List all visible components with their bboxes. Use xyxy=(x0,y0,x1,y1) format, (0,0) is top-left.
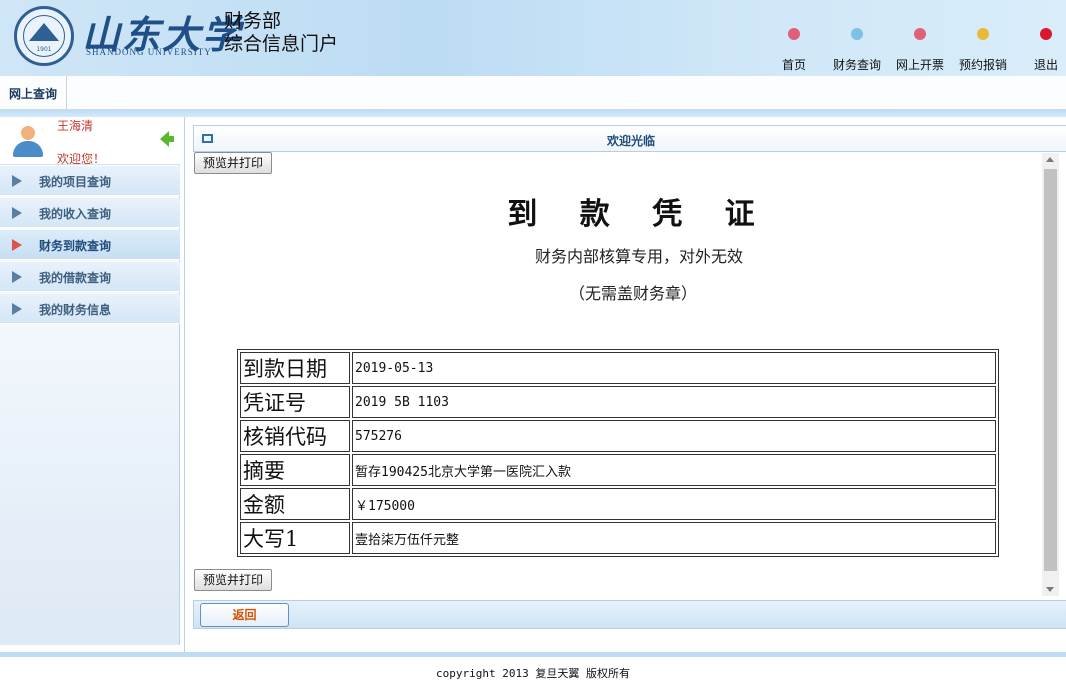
nav-reimbursement-label: 预约报销 xyxy=(958,58,1007,72)
table-row: 金额 ￥175000 xyxy=(240,488,996,520)
top-tab-bar: 网上查询 xyxy=(0,76,1066,110)
dot-icon xyxy=(914,28,926,40)
arrow-right-icon xyxy=(12,239,22,251)
arrow-right-icon xyxy=(12,271,22,283)
sidebar-item-label: 我的财务信息 xyxy=(39,303,112,317)
row-value: 2019-05-13 xyxy=(352,352,996,384)
back-arrow-icon[interactable] xyxy=(160,131,174,147)
row-label: 大写1 xyxy=(240,522,350,554)
sidebar-item-label: 我的收入查询 xyxy=(39,207,112,221)
copyright-text: copyright 2013 复旦天翼 版权所有 xyxy=(436,667,630,680)
voucher-subtitle: 财务内部核算专用，对外无效 xyxy=(534,247,743,266)
row-label: 摘要 xyxy=(240,454,350,486)
sidebar-item-label: 我的项目查询 xyxy=(39,175,112,189)
preview-print-button-top[interactable]: 预览并打印 xyxy=(194,152,273,174)
row-value: 暂存190425北京大学第一医院汇入款 xyxy=(352,454,996,486)
panel-title: 欢迎光临 xyxy=(606,134,655,148)
preview-print-button-bottom[interactable]: 预览并打印 xyxy=(194,569,273,591)
username: 王海清 xyxy=(57,119,94,133)
row-value: 2019 5B 1103 xyxy=(352,386,996,418)
university-seal-logo: 1901 xyxy=(14,6,74,66)
main-panel: 欢迎光临 预览并打印 到 款 凭 证 财务内部核算专用，对外无效 （无需盖财务章… xyxy=(184,117,1066,652)
scroll-down-icon[interactable] xyxy=(1046,587,1054,592)
row-label: 金额 xyxy=(240,488,350,520)
arrow-right-icon xyxy=(12,175,22,187)
scroll-up-icon[interactable] xyxy=(1046,157,1054,162)
row-value: ￥175000 xyxy=(352,488,996,520)
table-row: 核销代码 575276 xyxy=(240,420,996,452)
sidebar-item-my-income[interactable]: 我的收入查询 xyxy=(0,198,180,228)
footer: copyright 2013 复旦天翼 版权所有 xyxy=(0,652,1066,683)
portal-title: 财务部 综合信息门户 xyxy=(224,10,338,56)
table-row: 大写1 壹拾柒万伍仟元整 xyxy=(240,522,996,554)
table-row: 到款日期 2019-05-13 xyxy=(240,352,996,384)
nav-home[interactable]: 首页 xyxy=(764,28,824,73)
panel-header: 欢迎光临 xyxy=(193,125,1066,152)
divider-strip xyxy=(0,110,1066,117)
dot-icon xyxy=(977,28,989,40)
nav-reimbursement[interactable]: 预约报销 xyxy=(953,28,1013,73)
tab-online-query[interactable]: 网上查询 xyxy=(0,76,68,109)
sidebar-item-my-loans[interactable]: 我的借款查询 xyxy=(0,262,180,292)
header-banner: 1901 山东大学 SHANDONG UNIVERSITY 财务部 综合信息门户… xyxy=(0,0,1066,76)
dot-icon xyxy=(788,28,800,40)
seal-year: 1901 xyxy=(36,46,52,53)
portal-title-line1: 财务部 xyxy=(224,10,282,32)
arrow-right-icon xyxy=(12,207,22,219)
sidebar-item-my-finance-info[interactable]: 我的财务信息 xyxy=(0,294,180,324)
row-label: 到款日期 xyxy=(240,352,350,384)
dot-icon xyxy=(851,28,863,40)
sidebar-item-label: 我的借款查询 xyxy=(39,271,112,285)
sidebar-item-label: 财务到款查询 xyxy=(39,239,112,253)
nav-logout[interactable]: 退出 xyxy=(1016,28,1066,73)
sidebar-item-payment-arrival[interactable]: 财务到款查询 xyxy=(0,230,180,260)
panel-footer-bar: 返回 xyxy=(193,600,1066,629)
row-value: 575276 xyxy=(352,420,996,452)
portal-title-line2: 综合信息门户 xyxy=(224,33,339,55)
nav-online-invoice[interactable]: 网上开票 xyxy=(890,28,950,73)
university-english-name: SHANDONG UNIVERSITY xyxy=(86,47,212,57)
arrow-right-icon xyxy=(12,303,22,315)
voucher-note: （无需盖财务章） xyxy=(569,284,698,303)
return-button[interactable]: 返回 xyxy=(200,603,289,627)
nav-online-invoice-label: 网上开票 xyxy=(895,58,944,72)
row-label: 核销代码 xyxy=(240,420,350,452)
dot-icon xyxy=(1040,28,1052,40)
sidebar-item-my-projects[interactable]: 我的项目查询 xyxy=(0,166,180,196)
table-row: 摘要 暂存190425北京大学第一医院汇入款 xyxy=(240,454,996,486)
nav-logout-label: 退出 xyxy=(1033,58,1058,72)
table-row: 凭证号 2019 5B 1103 xyxy=(240,386,996,418)
sidebar: 王海清 欢迎您！ 我的项目查询 我的收入查询 财务到款查询 我的借款查询 我的财… xyxy=(0,117,180,645)
nav-finance-query[interactable]: 财务查询 xyxy=(827,28,887,73)
voucher-title: 到 款 凭 证 xyxy=(507,197,771,232)
user-info-box: 王海清 欢迎您！ xyxy=(0,117,180,166)
welcome-text: 欢迎您！ xyxy=(57,152,106,166)
nav-finance-query-label: 财务查询 xyxy=(832,58,881,72)
avatar xyxy=(8,123,48,159)
row-label: 凭证号 xyxy=(240,386,350,418)
row-value: 壹拾柒万伍仟元整 xyxy=(352,522,996,554)
voucher-table: 到款日期 2019-05-13 凭证号 2019 5B 1103 核销代码 57… xyxy=(237,349,999,557)
nav-home-label: 首页 xyxy=(781,58,806,72)
